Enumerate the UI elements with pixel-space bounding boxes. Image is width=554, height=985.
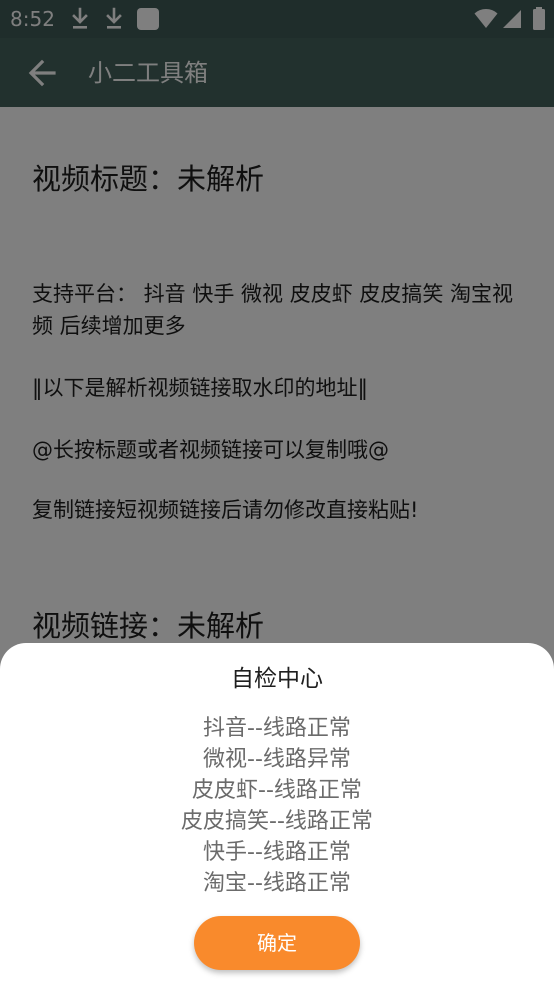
dialog-title: 自检中心	[231, 666, 323, 692]
route-status-item: 快手--线路正常	[203, 840, 351, 865]
route-status-list: 抖音--线路正常 微视--线路异常 皮皮虾--线路正常 皮皮搞笑--线路正常 快…	[0, 713, 554, 899]
route-status-item: 微视--线路异常	[203, 747, 351, 772]
route-status-item: 皮皮搞笑--线路正常	[181, 809, 373, 834]
route-status-item: 淘宝--线路正常	[203, 871, 351, 896]
screen: 8:52 小二工具箱 视频标题：未解析 支持平台：	[0, 0, 554, 985]
self-check-dialog: 自检中心 抖音--线路正常 微视--线路异常 皮皮虾--线路正常 皮皮搞笑--线…	[0, 643, 554, 985]
route-status-item: 皮皮虾--线路正常	[192, 778, 362, 803]
route-status-item: 抖音--线路正常	[203, 716, 351, 741]
confirm-button[interactable]: 确定	[194, 916, 360, 970]
